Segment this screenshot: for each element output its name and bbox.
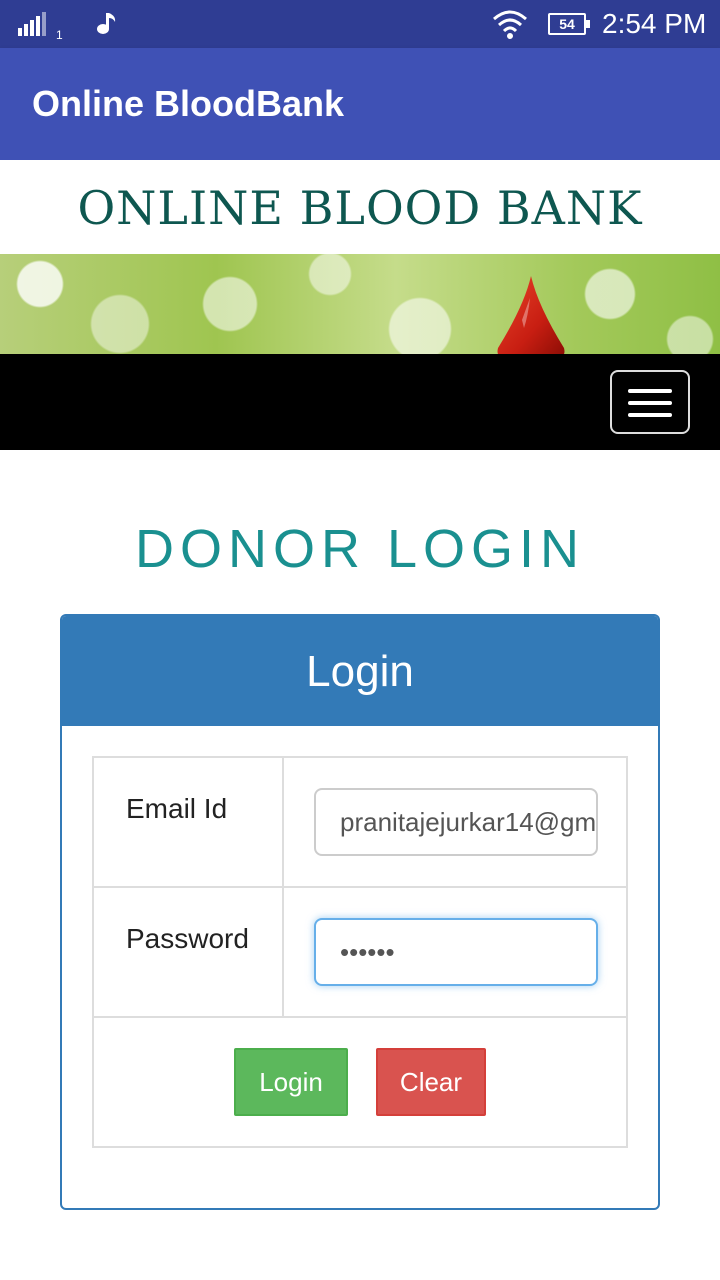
password-row: Password ••••••: [94, 888, 626, 1018]
sim-number: 1: [56, 28, 63, 42]
email-row: Email Id pranitajejurkar14@gm: [94, 758, 626, 888]
blood-drop-icon: [497, 276, 565, 354]
panel-header: Login: [62, 616, 658, 726]
login-button[interactable]: Login: [234, 1048, 348, 1116]
battery-icon: 54: [548, 13, 590, 35]
login-panel: Login Email Id pranitajejurkar14@gm Pass…: [60, 614, 660, 1210]
battery-level: 54: [559, 16, 575, 32]
login-form-table: Email Id pranitajejurkar14@gm Password •…: [92, 756, 628, 1148]
site-header: ONLINE BLOOD BANK: [0, 160, 720, 254]
signal-icon: [18, 12, 48, 36]
site-title: ONLINE BLOOD BANK: [77, 181, 643, 235]
navbar: [0, 354, 720, 450]
music-note-icon: [97, 13, 116, 34]
clear-button[interactable]: Clear: [376, 1048, 486, 1116]
panel-title: Login: [306, 647, 414, 696]
status-bar: 1 54 2:54 PM: [0, 0, 720, 48]
app-bar: Online BloodBank: [0, 48, 720, 160]
hamburger-menu-icon[interactable]: [610, 370, 690, 434]
email-field[interactable]: pranitajejurkar14@gm: [314, 788, 598, 856]
app-title: Online BloodBank: [32, 83, 345, 124]
email-label: Email Id: [126, 793, 228, 824]
banner-image: [0, 254, 720, 354]
wifi-icon: [493, 10, 527, 39]
buttons-row: Login Clear: [94, 1018, 626, 1146]
clock: 2:54 PM: [602, 8, 707, 39]
password-field[interactable]: ••••••: [314, 918, 598, 986]
page-heading: DONOR LOGIN: [134, 519, 586, 579]
password-label: Password: [126, 923, 249, 954]
